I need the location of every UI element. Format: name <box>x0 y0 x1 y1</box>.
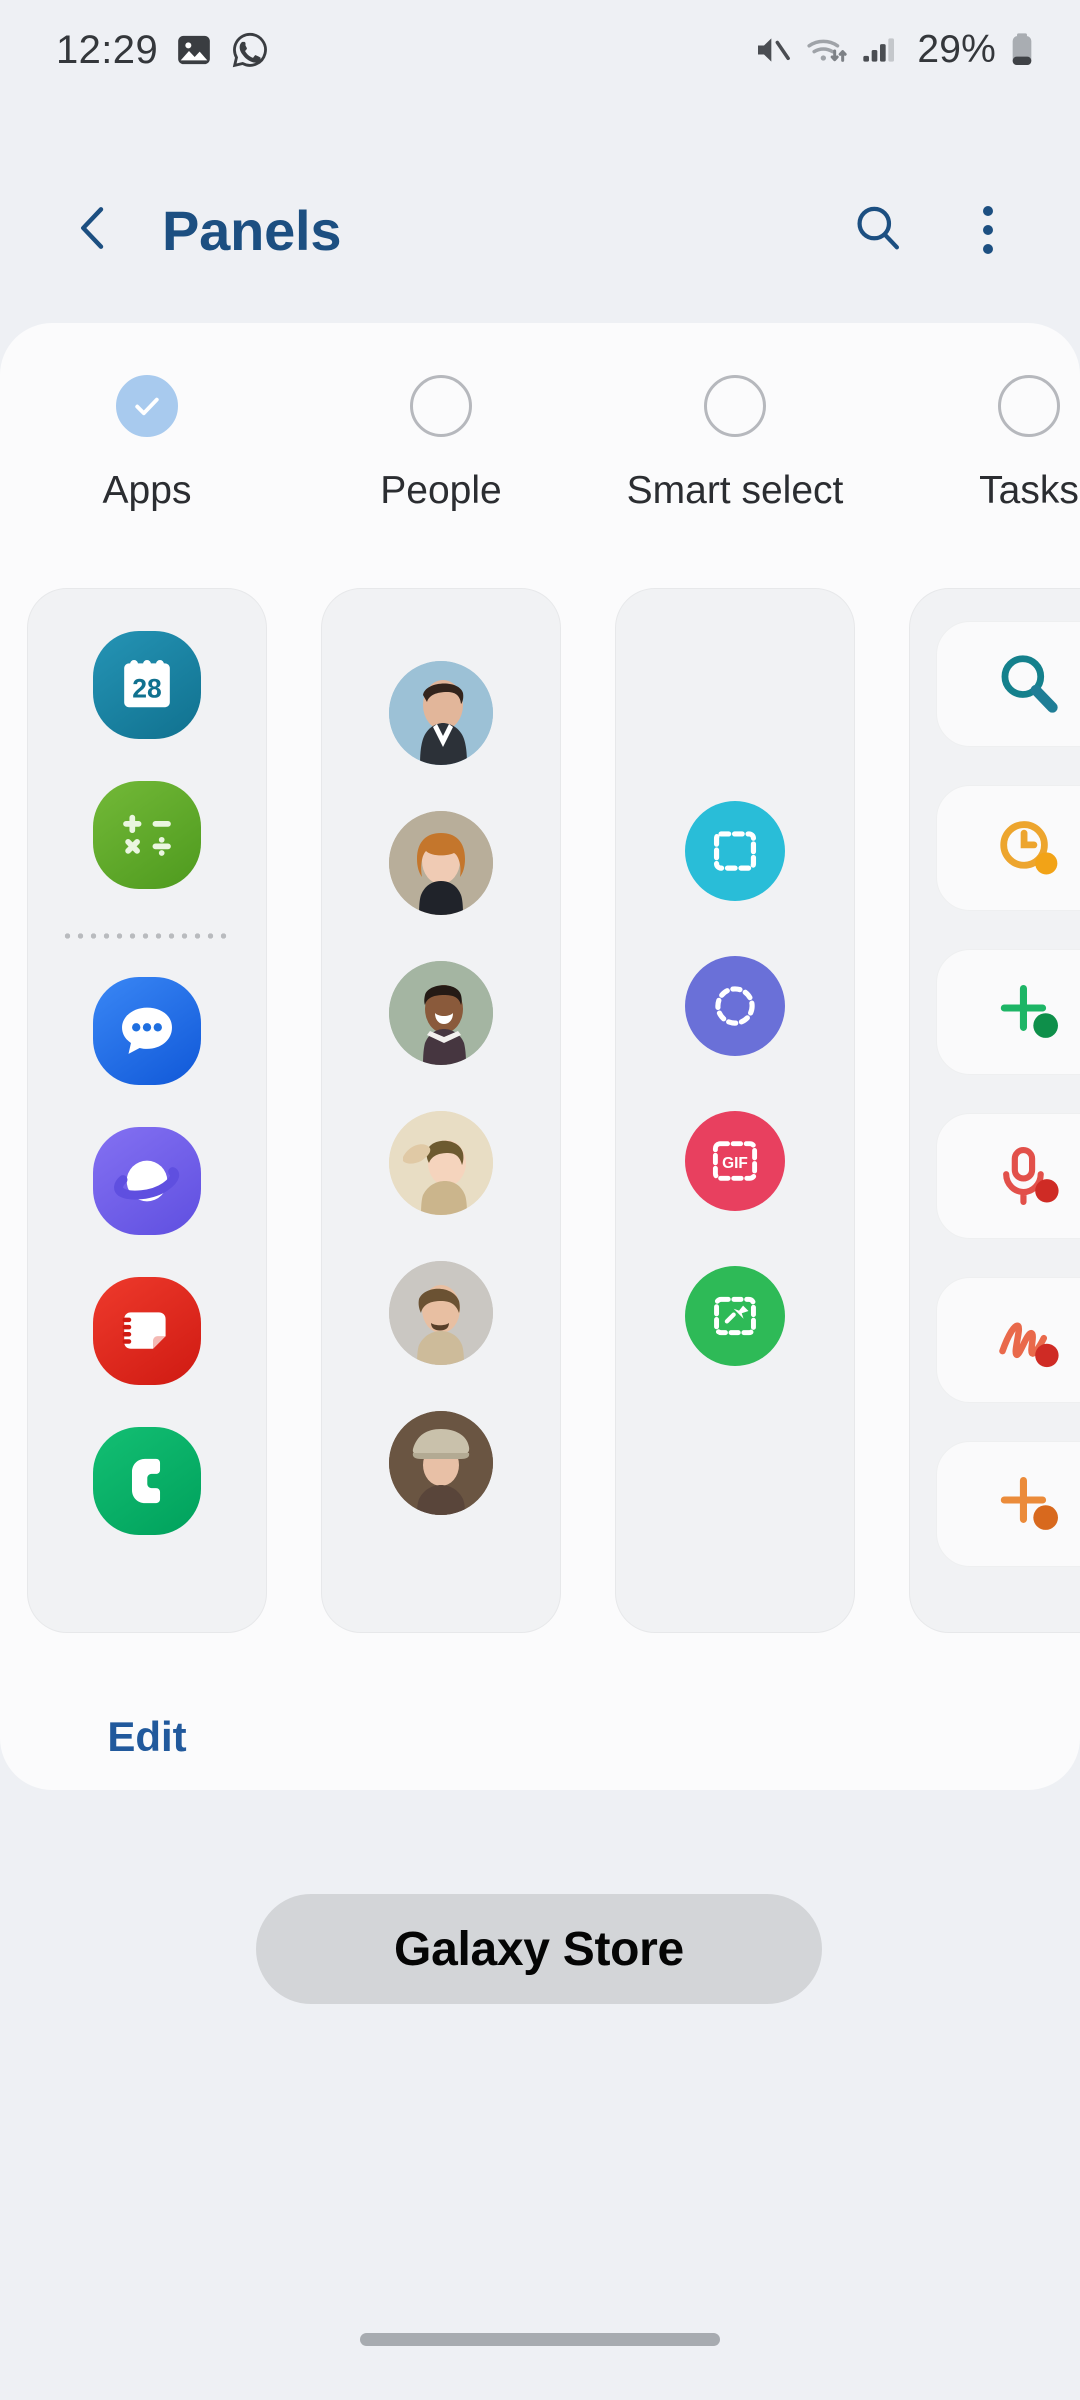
search-button[interactable] <box>830 182 926 278</box>
preview-apps[interactable]: 28 <box>0 588 294 1648</box>
preview-people[interactable] <box>294 588 588 1648</box>
battery-icon <box>1008 30 1036 70</box>
panel-chooser: Apps People Smart select Tasks <box>0 375 1080 555</box>
people-panel-box <box>321 588 561 1633</box>
app-bar-actions <box>830 182 1036 278</box>
whatsapp-icon <box>230 30 270 70</box>
contact-avatar[interactable] <box>389 1410 493 1515</box>
back-chevron-icon <box>66 200 122 261</box>
edit-link[interactable]: Edit <box>0 1713 294 1761</box>
status-bar-left: 12:29 <box>56 28 270 73</box>
chooser-label-apps: Apps <box>102 469 192 512</box>
samsung-notes-icon[interactable] <box>93 1277 201 1385</box>
phone-icon[interactable] <box>93 1427 201 1535</box>
chooser-item-tasks[interactable]: Tasks <box>882 375 1080 513</box>
add-note-icon[interactable] <box>936 1441 1080 1567</box>
gesture-handle[interactable] <box>360 2332 720 2346</box>
tasks-panel-box <box>909 588 1080 1633</box>
navigation-bar <box>0 2290 1080 2400</box>
battery-percent: 29% <box>917 28 996 71</box>
smart-select-checkbox[interactable] <box>704 375 766 437</box>
apps-divider <box>61 933 233 939</box>
calculator-icon[interactable] <box>93 781 201 889</box>
apps-panel-box: 28 <box>27 588 267 1633</box>
panels-card: Apps People Smart select Tasks 28 GIF Ed… <box>0 323 1080 1790</box>
status-bar-right: 29% <box>753 28 1036 72</box>
tasks-checkbox[interactable] <box>998 375 1060 437</box>
chooser-label-smart-select: Smart select <box>626 469 844 512</box>
pin-to-screen-icon[interactable] <box>685 1265 785 1366</box>
page-title: Panels <box>162 198 342 262</box>
svg-text:GIF: GIF <box>722 1154 748 1171</box>
search-icon <box>850 200 906 261</box>
panel-previews: 28 GIF <box>0 588 1080 1648</box>
samsung-internet-icon[interactable] <box>93 1127 201 1235</box>
voice-record-icon[interactable] <box>936 1113 1080 1239</box>
handwriting-icon[interactable] <box>936 1277 1080 1403</box>
smart-select-panel-box: GIF <box>615 588 855 1633</box>
check-icon <box>135 397 159 416</box>
oval-select-icon[interactable] <box>685 955 785 1056</box>
apps-checkbox[interactable] <box>116 375 178 437</box>
status-bar: 12:29 29% <box>0 0 1080 100</box>
contact-avatar[interactable] <box>389 1110 493 1215</box>
messages-icon[interactable] <box>93 977 201 1085</box>
calendar-icon[interactable]: 28 <box>93 631 201 739</box>
chooser-item-smart-select[interactable]: Smart select <box>588 375 882 513</box>
contact-avatar[interactable] <box>389 810 493 915</box>
rectangle-select-icon[interactable] <box>685 800 785 901</box>
gif-capture-icon[interactable]: GIF <box>685 1110 785 1211</box>
status-time: 12:29 <box>56 27 159 72</box>
mute-icon <box>753 30 793 70</box>
svg-text:28: 28 <box>132 673 161 703</box>
add-event-icon[interactable] <box>936 949 1080 1075</box>
chooser-label-people: People <box>380 469 502 512</box>
wifi-icon <box>805 30 849 70</box>
chooser-item-apps[interactable]: Apps <box>0 375 294 513</box>
search-task-icon[interactable] <box>936 621 1080 747</box>
contact-avatar[interactable] <box>389 660 493 765</box>
signal-icon <box>861 30 899 70</box>
back-button[interactable] <box>46 182 142 278</box>
preview-tasks[interactable] <box>882 588 1080 1648</box>
contact-avatar[interactable] <box>389 1260 493 1365</box>
app-bar: Panels <box>0 165 1080 295</box>
people-checkbox[interactable] <box>410 375 472 437</box>
more-options-button[interactable] <box>940 182 1036 278</box>
more-options-icon <box>983 206 993 254</box>
contact-avatar[interactable] <box>389 960 493 1065</box>
chooser-item-people[interactable]: People <box>294 375 588 513</box>
chooser-label-tasks: Tasks <box>979 469 1079 512</box>
preview-smart-select[interactable]: GIF <box>588 588 882 1648</box>
gallery-icon <box>174 30 214 70</box>
galaxy-store-button[interactable]: Galaxy Store <box>256 1894 822 2004</box>
alarm-task-icon[interactable] <box>936 785 1080 911</box>
